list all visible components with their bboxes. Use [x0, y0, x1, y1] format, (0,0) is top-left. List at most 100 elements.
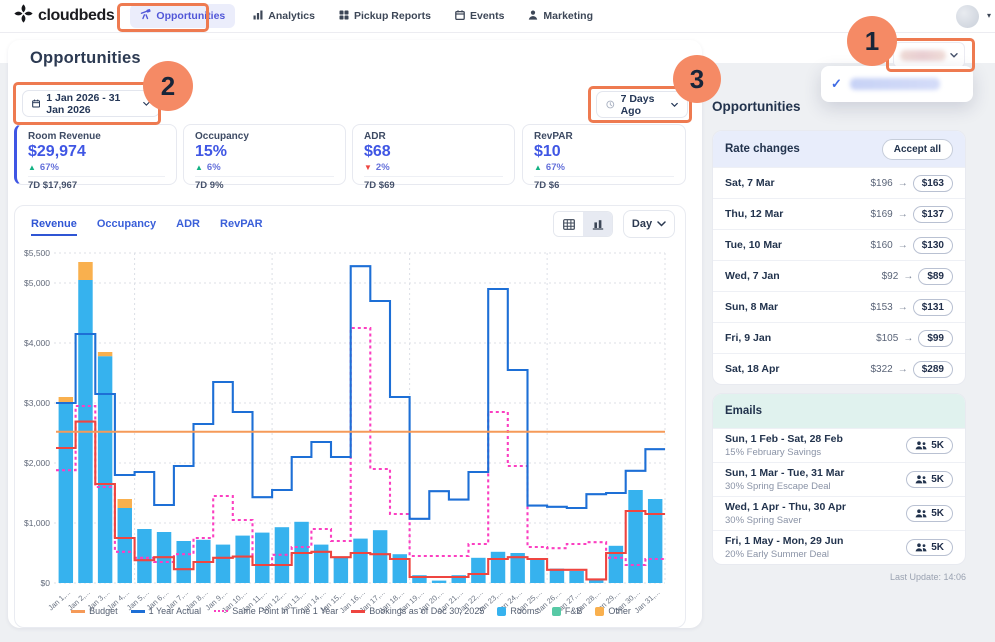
grid-icon: [339, 10, 349, 23]
telescope-icon: [140, 9, 151, 23]
brand[interactable]: cloudbeds: [14, 4, 114, 28]
user-avatar[interactable]: [956, 5, 979, 28]
other-swatch: [595, 607, 604, 616]
email-reach-pill[interactable]: 5K: [906, 471, 953, 488]
revenue-chart: $0$1,000$2,000$3,000$4,000$5,000$5,500Ja…: [15, 243, 675, 623]
email-row[interactable]: Sun, 1 Mar - Tue, 31 Mar30% Spring Escap…: [713, 462, 965, 496]
rate-new-price-pill[interactable]: $130: [913, 237, 953, 254]
arrow-right-icon: →: [898, 178, 908, 189]
tab-revpar[interactable]: RevPAR: [220, 218, 263, 236]
email-row[interactable]: Fri, 1 May - Mon, 29 Jun20% Early Summer…: [713, 530, 965, 564]
nav-label-events: Events: [470, 10, 504, 22]
comparison-selector[interactable]: 7 Days Ago: [596, 91, 688, 118]
rate-row[interactable]: Sat, 18 Apr $322→$289: [713, 353, 965, 384]
rate-date: Sat, 7 Mar: [725, 177, 775, 189]
opportunities-panel-title: Opportunities: [712, 99, 801, 114]
rate-new-price-pill[interactable]: $131: [913, 299, 953, 316]
legend-rooms: Rooms: [497, 606, 539, 616]
arrow-right-icon: →: [898, 302, 908, 313]
kpi-value: $29,974: [28, 143, 165, 161]
rate-old-price: $160: [871, 240, 893, 251]
period-label: Day: [632, 218, 652, 230]
rate-old-price: $105: [876, 333, 898, 344]
people-icon: [915, 441, 927, 450]
property-dropdown-menu[interactable]: ✓: [821, 66, 973, 102]
bar-chart-icon: [592, 219, 604, 230]
email-range: Wed, 1 Apr - Thu, 30 Apr: [725, 501, 846, 514]
email-reach-pill[interactable]: 5K: [906, 505, 953, 522]
kpi-delta-value: 6%: [207, 162, 221, 173]
email-reach-pill[interactable]: 5K: [906, 437, 953, 454]
kpi-card-room-revenue[interactable]: Room Revenue $29,974 ▲67% 7D $17,967: [14, 124, 177, 185]
rate-row[interactable]: Thu, 12 Mar $169→$137: [713, 198, 965, 229]
accept-all-button[interactable]: Accept all: [882, 139, 953, 160]
email-reach-pill[interactable]: 5K: [906, 539, 953, 556]
legend-label: Same Point in Time 1 Year: [232, 606, 338, 616]
kpi-card-adr[interactable]: ADR $68 ▼2% 7D $69: [352, 124, 515, 185]
tab-adr[interactable]: ADR: [176, 218, 200, 236]
kpi-card-revpar[interactable]: RevPAR $10 ▲67% 7D $6: [522, 124, 686, 185]
rate-new-price-pill[interactable]: $289: [913, 361, 953, 378]
rate-row[interactable]: Tue, 10 Mar $160→$130: [713, 229, 965, 260]
rooms-swatch: [497, 607, 506, 616]
chevron-down-icon: [657, 221, 666, 227]
delta-up-icon: ▲: [28, 163, 36, 172]
nav-item-events[interactable]: Events: [455, 10, 504, 23]
kpi-label: RevPAR: [534, 131, 674, 142]
reach-count: 5K: [931, 542, 944, 553]
legend-label: Bookings as of Dec 30, 2025: [369, 606, 484, 616]
rate-new-price-pill[interactable]: $89: [918, 268, 953, 285]
tab-revenue[interactable]: Revenue: [31, 218, 77, 236]
rate-row[interactable]: Fri, 9 Jan $105→$99: [713, 322, 965, 353]
rate-row[interactable]: Sun, 8 Mar $153→$131: [713, 291, 965, 322]
period-selector[interactable]: Day: [623, 210, 675, 238]
rate-row[interactable]: Wed, 7 Jan $92→$89: [713, 260, 965, 291]
tab-occupancy[interactable]: Occupancy: [97, 218, 156, 236]
property-selector[interactable]: [893, 42, 965, 68]
rate-changes-card: Rate changes Accept all Sat, 7 Mar $196→…: [712, 130, 966, 385]
email-deal: 30% Spring Saver: [725, 515, 846, 526]
avatar-caret-icon[interactable]: ▾: [987, 11, 991, 20]
email-deal: 15% February Savings: [725, 447, 843, 458]
emails-header: Emails: [713, 394, 965, 428]
chart-view-button[interactable]: [583, 212, 612, 236]
email-row[interactable]: Wed, 1 Apr - Thu, 30 Apr30% Spring Saver…: [713, 496, 965, 530]
rate-new-price-pill[interactable]: $163: [913, 175, 953, 192]
arrow-right-icon: →: [898, 209, 908, 220]
nav-item-pickup-reports[interactable]: Pickup Reports: [339, 10, 431, 23]
svg-text:$3,000: $3,000: [24, 398, 50, 408]
emails-card: Emails Sun, 1 Feb - Sat, 28 Feb15% Febru…: [712, 393, 966, 565]
person-icon: [528, 10, 538, 23]
rate-new-price-pill[interactable]: $137: [913, 206, 953, 223]
kpi-delta-value: 2%: [376, 162, 390, 173]
svg-text:$5,500: $5,500: [24, 248, 50, 258]
emails-title: Emails: [725, 405, 762, 417]
fnb-swatch: [552, 607, 561, 616]
rate-old-price: $169: [871, 209, 893, 220]
callout-3-number: 3: [690, 64, 704, 95]
bookings-line-swatch: [351, 610, 365, 613]
nav-item-marketing[interactable]: Marketing: [528, 10, 593, 23]
rate-changes-header: Rate changes Accept all: [713, 131, 965, 167]
legend-other: Other: [595, 606, 631, 616]
date-range-selector[interactable]: 1 Jan 2026 - 31 Jan 2026: [22, 90, 160, 117]
svg-text:$0: $0: [41, 578, 51, 588]
pit-line-swatch: [214, 610, 228, 612]
rate-row[interactable]: Sat, 7 Mar $196→$163: [713, 167, 965, 198]
bar-chart-icon: [253, 10, 263, 23]
table-view-button[interactable]: [554, 212, 583, 236]
kpi-card-occupancy[interactable]: Occupancy 15% ▲6% 7D 9%: [183, 124, 346, 185]
kpi-previous-value: 7D 9%: [195, 180, 334, 191]
rate-date: Fri, 9 Jan: [725, 332, 771, 344]
email-row[interactable]: Sun, 1 Feb - Sat, 28 Feb15% February Sav…: [713, 428, 965, 462]
actual-line-swatch: [131, 610, 145, 613]
rate-old-price: $153: [871, 302, 893, 313]
nav-item-opportunities[interactable]: Opportunities: [130, 4, 235, 28]
nav-item-analytics[interactable]: Analytics: [253, 10, 315, 23]
rate-new-price-pill[interactable]: $99: [918, 330, 953, 347]
kpi-previous-value: 7D $6: [534, 180, 674, 191]
redacted-property-option: [850, 78, 940, 90]
legend-fnb: F&B: [552, 606, 583, 616]
nav-label-pickup-reports: Pickup Reports: [354, 10, 431, 22]
rate-old-price: $322: [871, 364, 893, 375]
